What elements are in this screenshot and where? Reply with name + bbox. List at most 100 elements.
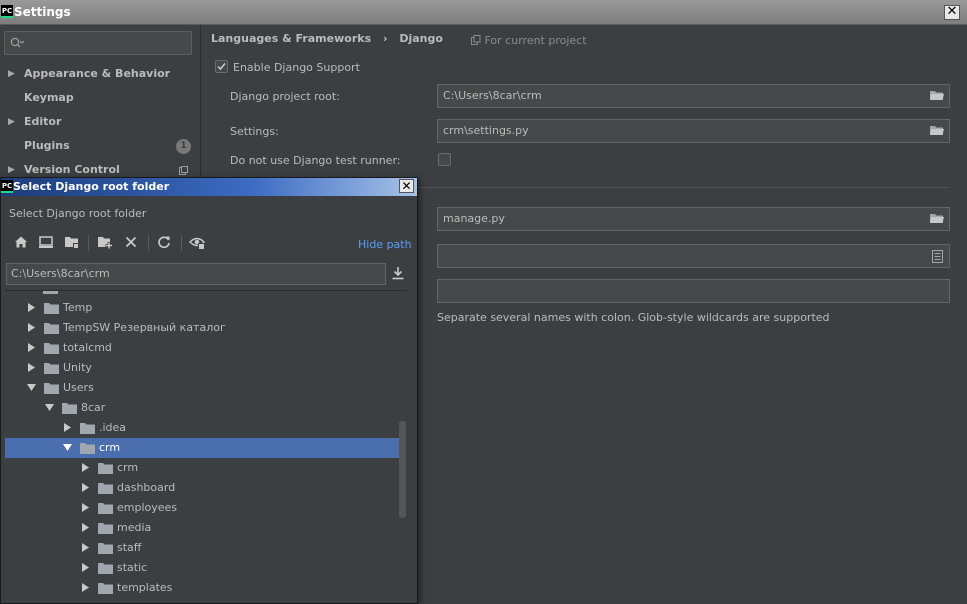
folder-icon: [98, 483, 113, 494]
tree-row-users[interactable]: Users: [5, 378, 403, 398]
chevron-right-icon[interactable]: [81, 563, 90, 572]
tree-row-label: crm: [99, 441, 121, 454]
manage-script-field[interactable]: manage.py: [437, 207, 950, 231]
folder-pattern-hint: Separate several names with colon. Glob-…: [437, 311, 830, 324]
browse-folder-icon[interactable]: [930, 90, 944, 101]
project-folder-icon[interactable]: [64, 234, 80, 250]
home-icon[interactable]: [13, 234, 29, 250]
chevron-down-icon[interactable]: [27, 383, 36, 392]
toolbar-separator: [181, 235, 182, 251]
chevron-right-icon: ▶: [8, 117, 15, 127]
chevron-right-icon[interactable]: [27, 323, 36, 332]
folder-icon: [80, 423, 95, 434]
dialog-close-button[interactable]: ✕: [399, 179, 414, 193]
tree-row-crm[interactable]: crm: [5, 458, 403, 478]
no-test-runner-checkbox[interactable]: [438, 153, 451, 166]
divider: [417, 187, 950, 188]
browse-folder-icon[interactable]: [930, 125, 944, 136]
tree-row-staff[interactable]: staff: [5, 538, 403, 558]
project-scope-icon: [179, 166, 188, 175]
document-icon[interactable]: [932, 250, 943, 263]
tree-row-label: Temp: [63, 301, 93, 314]
breadcrumb-languages[interactable]: Languages & Frameworks: [211, 32, 371, 45]
folder-icon: [98, 563, 113, 574]
chevron-right-icon[interactable]: [81, 523, 90, 532]
tree-row-tempsw-[interactable]: TempSW Резервный каталог: [5, 318, 403, 338]
folder-pattern-field[interactable]: [437, 279, 950, 303]
window-title: Settings: [14, 5, 71, 19]
folder-icon: [44, 343, 59, 354]
project-root-label: Django project root:: [230, 90, 340, 103]
toolbar-separator: [148, 235, 149, 251]
tree-row-crm[interactable]: crm: [5, 438, 403, 458]
folder-icon: [80, 443, 95, 454]
browse-folder-icon[interactable]: [930, 213, 944, 224]
breadcrumb-separator: ›: [382, 32, 388, 45]
tree-row-label: TempSW Резервный каталог: [63, 321, 226, 334]
tree-scrollbar[interactable]: [399, 421, 406, 518]
sidebar-item-appearance[interactable]: ▶ Appearance & Behavior: [0, 62, 200, 86]
chevron-right-icon[interactable]: [27, 363, 36, 372]
folder-tree[interactable]: Temp TempSW Резервный каталог totalcmd Unit…: [5, 290, 407, 603]
chevron-right-icon[interactable]: [81, 483, 90, 492]
delete-icon[interactable]: [123, 234, 139, 250]
tree-row-employees[interactable]: employees: [5, 498, 403, 518]
enable-django-checkbox[interactable]: [215, 60, 228, 73]
chevron-down-icon[interactable]: [63, 443, 72, 452]
dialog-description: Select Django root folder: [9, 207, 147, 220]
folder-icon: [44, 303, 59, 314]
hide-path-link[interactable]: Hide path: [358, 238, 412, 251]
tree-row-label: employees: [117, 501, 178, 514]
folder-icon: [44, 383, 59, 394]
tree-row-dashboard[interactable]: dashboard: [5, 478, 403, 498]
breadcrumb-django: Django: [399, 32, 443, 45]
chevron-right-icon[interactable]: [81, 583, 90, 592]
manage-script-value: manage.py: [443, 212, 505, 225]
tree-row-totalcmd[interactable]: totalcmd: [5, 338, 403, 358]
show-hidden-files-icon[interactable]: [189, 234, 205, 250]
environment-variables-field[interactable]: [437, 244, 950, 268]
chevron-right-icon[interactable]: [27, 303, 36, 312]
download-arrow-icon[interactable]: [391, 266, 405, 280]
window-close-button[interactable]: ✕: [944, 5, 960, 20]
toolbar-separator: [88, 235, 89, 251]
tree-row--idea[interactable]: .idea: [5, 418, 403, 438]
window-titlebar: PC Settings ✕: [0, 0, 967, 25]
tree-row-unity[interactable]: Unity: [5, 358, 403, 378]
folder-icon: [43, 291, 58, 294]
chevron-right-icon[interactable]: [63, 423, 72, 432]
chevron-right-icon: ▶: [8, 69, 15, 79]
folder-icon: [62, 403, 77, 414]
chevron-right-icon[interactable]: [81, 463, 90, 472]
chevron-right-icon[interactable]: [81, 503, 90, 512]
sidebar-item-plugins[interactable]: Plugins: [0, 134, 200, 158]
enable-django-label[interactable]: Enable Django Support: [233, 61, 360, 74]
chevron-right-icon[interactable]: [81, 543, 90, 552]
sidebar-item-label: Plugins: [24, 139, 70, 152]
chevron-right-icon[interactable]: [27, 343, 36, 352]
chevron-down-icon[interactable]: [45, 403, 54, 412]
new-folder-icon[interactable]: [97, 234, 113, 250]
refresh-icon[interactable]: [156, 234, 172, 250]
settings-label: Settings:: [230, 125, 279, 138]
tree-row-label: Users: [63, 381, 94, 394]
tree-row-templates[interactable]: templates: [5, 578, 403, 598]
tree-row-8car[interactable]: 8car: [5, 398, 403, 418]
tree-row-media[interactable]: media: [5, 518, 403, 538]
project-root-field[interactable]: C:\Users\8car\crm: [437, 84, 950, 108]
tree-row-temp[interactable]: Temp: [5, 298, 403, 318]
tree-row-partial: [5, 291, 403, 298]
breadcrumb: Languages & Frameworks › Django: [211, 32, 443, 45]
tree-row-static[interactable]: static: [5, 558, 403, 578]
settings-field[interactable]: crm\settings.py: [437, 119, 950, 143]
sidebar-item-editor[interactable]: ▶ Editor: [0, 110, 200, 134]
tree-row-label: static: [117, 561, 148, 574]
folder-path-input[interactable]: C:\Users\8car\crm: [6, 263, 386, 285]
pycharm-app-icon: PC: [1, 5, 13, 18]
sidebar-item-label: Keymap: [24, 91, 74, 104]
settings-search-input[interactable]: [4, 31, 192, 55]
desktop-icon[interactable]: [38, 234, 54, 250]
sidebar-item-keymap[interactable]: Keymap: [0, 86, 200, 110]
select-root-folder-dialog: PC Select Django root folder ✕ Select Dj…: [0, 177, 418, 604]
folder-icon: [98, 503, 113, 514]
